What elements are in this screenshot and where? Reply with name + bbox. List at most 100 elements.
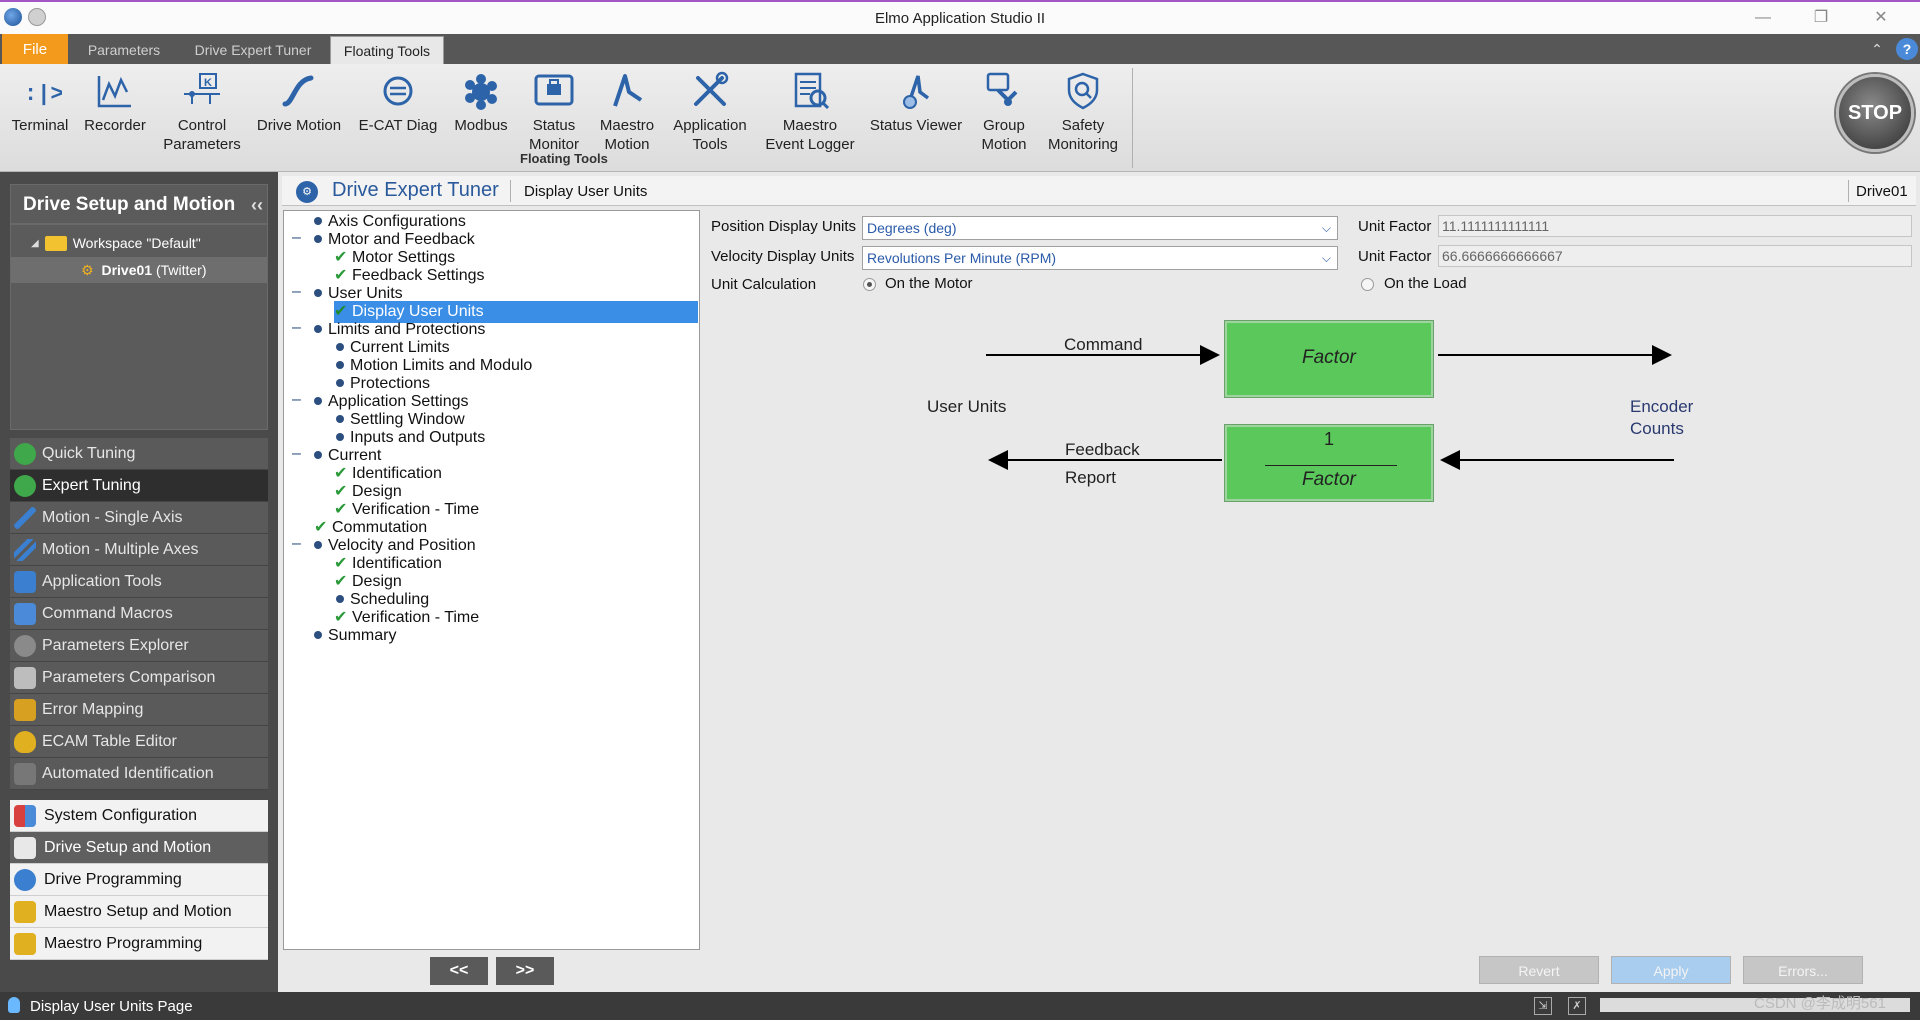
left-panel: Drive Setup and Motion ‹‹ ◢ Workspace "D… bbox=[0, 172, 278, 992]
bullet-icon bbox=[314, 216, 322, 225]
collapse-icon[interactable]: – bbox=[292, 319, 301, 337]
status-text: Display User Units Page bbox=[30, 998, 193, 1015]
modbus-icon bbox=[465, 74, 497, 110]
tool-motion-multiple-axes[interactable]: Motion - Multiple Axes bbox=[10, 534, 268, 566]
fullscreen-icon[interactable]: ✗ bbox=[1568, 997, 1586, 1015]
expand-icon[interactable]: ◢ bbox=[31, 238, 39, 249]
drive-motion-button[interactable]: Drive Motion bbox=[254, 68, 344, 135]
terminal-button[interactable]: :|> Terminal bbox=[8, 68, 72, 135]
restore-button[interactable]: ❐ bbox=[1806, 6, 1836, 30]
on-motor-radio[interactable] bbox=[863, 278, 876, 291]
modbus-button[interactable]: Modbus bbox=[450, 68, 512, 135]
next-page-button[interactable]: >> bbox=[496, 957, 554, 985]
tab-floating-tools[interactable]: Floating Tools bbox=[330, 36, 444, 64]
tool-application-tools[interactable]: Application Tools bbox=[10, 566, 268, 598]
tab-drive-expert-tuner[interactable]: Drive Expert Tuner bbox=[186, 36, 320, 64]
nav-drive-programming[interactable]: Drive Programming bbox=[10, 864, 268, 896]
recorder-button[interactable]: Recorder bbox=[82, 68, 148, 135]
revert-button[interactable]: Revert bbox=[1479, 956, 1599, 984]
bullet-icon bbox=[336, 432, 344, 441]
collapse-icon[interactable]: – bbox=[292, 229, 301, 247]
close-button[interactable]: ✕ bbox=[1866, 6, 1896, 30]
workspace-node[interactable]: ◢ Workspace "Default" bbox=[31, 235, 201, 251]
nav-drive-setup-and-motion[interactable]: Drive Setup and Motion bbox=[10, 832, 268, 864]
ecat-diag-button[interactable]: E-CAT Diag bbox=[356, 68, 440, 135]
tool-command-macros[interactable]: Command Macros bbox=[10, 598, 268, 630]
safety-monitoring-button[interactable]: Safety Monitoring bbox=[1042, 68, 1124, 154]
nav-maestro-programming[interactable]: Maestro Programming bbox=[10, 928, 268, 960]
tool-error-mapping[interactable]: Error Mapping bbox=[10, 694, 268, 726]
tool-parameters-comparison[interactable]: Parameters Comparison bbox=[10, 662, 268, 694]
workspace-tree: ◢ Workspace "Default" ⚙ Drive01 (Twitter… bbox=[10, 224, 268, 430]
control-parameters-button[interactable]: K Control Parameters bbox=[160, 68, 244, 154]
velocity-units-select[interactable]: Revolutions Per Minute (RPM) ⌵ bbox=[862, 246, 1338, 270]
wizard-tree: Axis Configurations – Motor and Feedback… bbox=[283, 210, 700, 950]
nav-system-configuration[interactable]: System Configuration bbox=[10, 800, 268, 832]
bullet-icon bbox=[314, 288, 322, 297]
collapse-icon[interactable]: – bbox=[292, 445, 301, 463]
user-units-label: User Units bbox=[927, 397, 1007, 416]
drive-setup-icon bbox=[14, 836, 36, 859]
velocity-unit-factor-field[interactable]: 66.6666666666667 bbox=[1438, 245, 1912, 267]
application-tools-icon bbox=[694, 71, 729, 106]
expert-tuning-icon bbox=[14, 474, 36, 497]
fraction-line bbox=[1265, 465, 1397, 466]
tools-list: Quick Tuning Expert Tuning Motion - Sing… bbox=[10, 438, 268, 790]
velocity-unit-factor-label: Unit Factor bbox=[1358, 248, 1432, 265]
status-monitor-button[interactable]: Status Monitor bbox=[524, 68, 584, 154]
help-icon[interactable]: ? bbox=[1896, 38, 1918, 60]
drive-node[interactable]: ⚙ Drive01 (Twitter) bbox=[11, 257, 267, 283]
ribbon-group-label: Floating Tools bbox=[520, 151, 608, 166]
drive-programming-icon bbox=[14, 868, 36, 891]
command-label: Command bbox=[1064, 335, 1143, 354]
on-load-radio[interactable] bbox=[1361, 278, 1374, 291]
bullet-icon bbox=[336, 378, 344, 387]
unit-calculation-label: Unit Calculation bbox=[711, 276, 817, 293]
terminal-icon: :|> bbox=[24, 82, 62, 107]
tool-parameters-explorer[interactable]: Parameters Explorer bbox=[10, 630, 268, 662]
position-units-select[interactable]: Degrees (deg) ⌵ bbox=[862, 216, 1338, 240]
errors-button[interactable]: Errors... bbox=[1743, 956, 1863, 984]
fit-window-icon[interactable]: ⇲ bbox=[1534, 997, 1552, 1015]
collapse-icon[interactable]: – bbox=[292, 283, 301, 301]
group-motion-button[interactable]: Group Motion bbox=[972, 68, 1036, 154]
svg-text::|>: :|> bbox=[24, 82, 62, 107]
tree-item-summary[interactable]: Summary bbox=[314, 625, 396, 647]
event-logger-icon bbox=[794, 72, 830, 110]
watermark: CSDN @李成明561 bbox=[1754, 995, 1886, 1012]
collapse-ribbon-icon[interactable]: ⌃ bbox=[1866, 38, 1888, 60]
status-viewer-button[interactable]: Status Viewer bbox=[868, 68, 964, 135]
svg-text:K: K bbox=[204, 77, 212, 89]
minimize-button[interactable]: — bbox=[1748, 6, 1778, 30]
tool-expert-tuning[interactable]: Expert Tuning bbox=[10, 470, 268, 502]
collapse-icon[interactable]: – bbox=[292, 535, 301, 553]
factor-box-bottom: 1 Factor bbox=[1224, 424, 1434, 502]
report-label: Report bbox=[1065, 468, 1117, 487]
safety-monitoring-icon bbox=[1067, 72, 1099, 110]
collapse-icon[interactable]: – bbox=[292, 391, 301, 409]
tool-quick-tuning[interactable]: Quick Tuning bbox=[10, 438, 268, 470]
motion-multiple-axes-icon bbox=[14, 538, 36, 561]
window-title: Elmo Application Studio II bbox=[874, 10, 1046, 27]
error-mapping-icon bbox=[14, 698, 36, 721]
collapse-panel-icon[interactable]: ‹‹ bbox=[251, 185, 263, 225]
tool-ecam-table-editor[interactable]: ECAM Table Editor bbox=[10, 726, 268, 758]
unit-conversion-diagram: Command Factor User Units Encoder Counts… bbox=[704, 310, 1918, 550]
position-unit-factor-field[interactable]: 11.1111111111111 bbox=[1438, 215, 1912, 237]
bullet-icon bbox=[336, 594, 344, 603]
tool-automated-identification[interactable]: Automated Identification bbox=[10, 758, 268, 790]
maestro-motion-button[interactable]: Maestro Motion bbox=[592, 68, 662, 154]
drive-motion-icon bbox=[282, 75, 314, 107]
nav-maestro-setup-and-motion[interactable]: Maestro Setup and Motion bbox=[10, 896, 268, 928]
application-tools-button[interactable]: Application Tools bbox=[668, 68, 752, 154]
bullet-icon bbox=[314, 450, 322, 459]
apply-button[interactable]: Apply bbox=[1611, 956, 1731, 984]
workspace-label: Workspace "Default" bbox=[72, 235, 201, 251]
previous-page-button[interactable]: << bbox=[430, 957, 488, 985]
event-logger-button[interactable]: Maestro Event Logger bbox=[760, 68, 860, 154]
tool-motion-single-axis[interactable]: Motion - Single Axis bbox=[10, 502, 268, 534]
stop-button[interactable]: STOP bbox=[1836, 74, 1914, 152]
tab-parameters[interactable]: Parameters bbox=[80, 36, 168, 64]
feedback-label: Feedback bbox=[1065, 440, 1140, 459]
tab-file[interactable]: File bbox=[2, 34, 68, 64]
